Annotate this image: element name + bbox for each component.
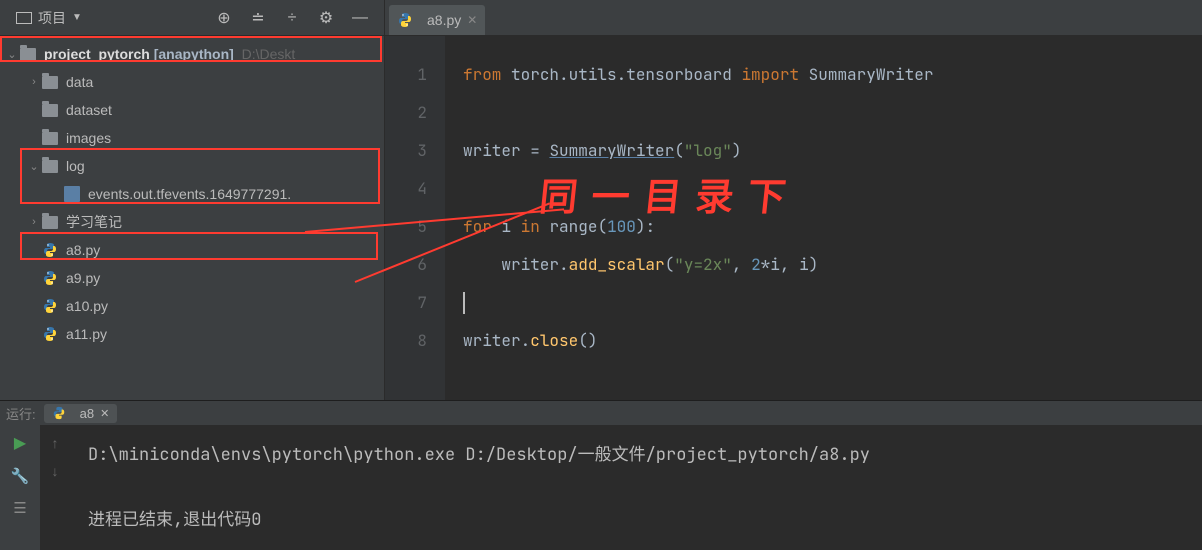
- folder-icon: [42, 216, 58, 229]
- up-arrow-icon[interactable]: ↑: [52, 435, 59, 451]
- python-file-icon: [42, 298, 58, 314]
- project-tree: ⌄ project_pytorch [anapython] D:\Deskt ›…: [0, 36, 384, 400]
- tree-row-----[interactable]: › 学习笔记: [0, 208, 384, 236]
- tree-root[interactable]: ⌄ project_pytorch [anapython] D:\Deskt: [0, 40, 384, 68]
- caret-down-icon: ▼: [72, 12, 82, 23]
- folder-icon: [42, 132, 58, 145]
- run-header: 运行: a8 ✕: [0, 401, 1202, 425]
- tree-row-a8-py[interactable]: a8.py: [0, 236, 384, 264]
- more-icon[interactable]: ☰: [13, 499, 26, 517]
- tree-arrow: [26, 104, 42, 116]
- tree-row-a9-py[interactable]: a9.py: [0, 264, 384, 292]
- tree-arrow: ›: [26, 76, 42, 88]
- expand-all-icon[interactable]: ≐: [250, 10, 266, 26]
- chevron-down-icon: ⌄: [4, 48, 20, 61]
- run-nav: ↑ ↓: [40, 425, 70, 550]
- tree-item-label: log: [66, 158, 384, 174]
- tree-item-label: data: [66, 74, 384, 90]
- project-sidebar: 项目 ▼ ⊕ ≐ ÷ ⚙ — ⌄ project_pytorch [anapyt…: [0, 0, 385, 400]
- python-file-icon: [52, 406, 66, 420]
- tree-item-label: dataset: [66, 102, 384, 118]
- wrench-icon[interactable]: 🔧: [11, 467, 30, 485]
- tree-arrow: ⌄: [26, 160, 42, 173]
- python-file-icon: [42, 270, 58, 286]
- text-cursor: [463, 292, 465, 314]
- collapse-all-icon[interactable]: ÷: [284, 10, 300, 26]
- console-command: D:\miniconda\envs\pytorch\python.exe D:/…: [88, 439, 1184, 471]
- file-icon: [64, 186, 80, 202]
- gutter: 1 2 3 4 5 6 7 8: [385, 36, 445, 400]
- tree-item-label: a11.py: [66, 326, 384, 342]
- tree-item-label: a10.py: [66, 298, 384, 314]
- rerun-icon[interactable]: ▶: [14, 433, 26, 453]
- hide-icon[interactable]: —: [352, 10, 368, 26]
- editor-body[interactable]: 1 2 3 4 5 6 7 8 from torch.utils.tensorb…: [385, 36, 1202, 400]
- folder-icon: [42, 76, 58, 89]
- code-area[interactable]: from torch.utils.tensorboard import Summ…: [445, 36, 1202, 400]
- console-output[interactable]: D:\miniconda\envs\pytorch\python.exe D:/…: [70, 425, 1202, 550]
- tree-arrow: [26, 272, 42, 284]
- tree-arrow: ›: [26, 216, 42, 228]
- down-arrow-icon[interactable]: ↓: [52, 463, 59, 479]
- root-path: D:\Deskt: [242, 46, 296, 62]
- project-icon: [16, 12, 32, 24]
- editor-tab-label: a8.py: [427, 12, 461, 28]
- tree-arrow: [26, 300, 42, 312]
- tree-item-label: a9.py: [66, 270, 384, 286]
- folder-icon: [42, 160, 58, 173]
- folder-icon: [20, 48, 36, 61]
- tree-item-label: a8.py: [66, 242, 384, 258]
- run-label: 运行:: [6, 404, 36, 423]
- tree-item-label: 学习笔记: [66, 212, 384, 232]
- tree-row-a11-py[interactable]: a11.py: [0, 320, 384, 348]
- target-icon[interactable]: ⊕: [216, 10, 232, 26]
- close-icon[interactable]: ✕: [100, 407, 109, 420]
- tree-row-events-out-tfevents-1649777291-[interactable]: events.out.tfevents.1649777291.: [0, 180, 384, 208]
- run-panel: 运行: a8 ✕ ▶ 🔧 ☰ ↑ ↓ D:\miniconda\envs\pyt…: [0, 400, 1202, 550]
- run-tab[interactable]: a8 ✕: [44, 404, 118, 423]
- settings-icon[interactable]: ⚙: [318, 10, 334, 26]
- tree-arrow: [48, 188, 64, 200]
- root-env: [anapython]: [154, 46, 234, 62]
- run-tab-label: a8: [80, 406, 94, 421]
- project-dropdown[interactable]: 项目 ▼: [8, 4, 90, 32]
- editor: a8.py ✕ 1 2 3 4 5 6 7 8 from torch.utils…: [385, 0, 1202, 400]
- tree-arrow: [26, 328, 42, 340]
- tree-item-label: events.out.tfevents.1649777291.: [88, 186, 384, 202]
- close-icon[interactable]: ✕: [467, 13, 477, 27]
- folder-icon: [42, 104, 58, 117]
- python-file-icon: [42, 326, 58, 342]
- editor-tab-a8[interactable]: a8.py ✕: [389, 5, 485, 35]
- console-exit: 进程已结束,退出代码0: [88, 504, 1184, 536]
- python-file-icon: [42, 242, 58, 258]
- tree-row-images[interactable]: images: [0, 124, 384, 152]
- editor-tabs: a8.py ✕: [385, 0, 1202, 36]
- tree-item-label: images: [66, 130, 384, 146]
- sidebar-header: 项目 ▼ ⊕ ≐ ÷ ⚙ —: [0, 0, 384, 36]
- tree-row-log[interactable]: ⌄ log: [0, 152, 384, 180]
- tree-row-data[interactable]: › data: [0, 68, 384, 96]
- tree-row-dataset[interactable]: dataset: [0, 96, 384, 124]
- tree-row-a10-py[interactable]: a10.py: [0, 292, 384, 320]
- tree-arrow: [26, 132, 42, 144]
- run-gutter: ▶ 🔧 ☰: [0, 425, 40, 550]
- root-name: project_pytorch: [44, 46, 150, 62]
- python-file-icon: [397, 12, 413, 28]
- project-label: 项目: [38, 8, 66, 28]
- tree-arrow: [26, 244, 42, 256]
